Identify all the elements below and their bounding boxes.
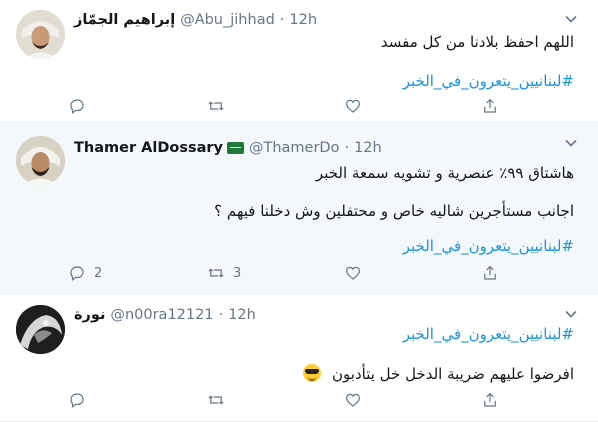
reply-icon — [70, 99, 84, 114]
tweet[interactable]: إبراهيم الجمّاز @Abu_jihhad · 12h اللهم … — [0, 0, 598, 123]
share-icon — [484, 265, 496, 280]
reply-icon — [70, 393, 84, 408]
retweet-icon — [208, 395, 224, 405]
share-icon — [484, 98, 496, 113]
reply-button[interactable] — [68, 97, 94, 115]
chevron-down-icon[interactable] — [564, 307, 578, 321]
user-handle[interactable]: @Abu_jihhad — [180, 12, 275, 28]
tweet-text: اللهم احفظ بلادنا من كل مفسد — [380, 33, 574, 51]
avatar[interactable] — [16, 10, 65, 59]
sunglasses-emoji-icon — [303, 364, 322, 382]
share-button[interactable] — [481, 264, 507, 282]
retweet-button[interactable] — [207, 97, 233, 115]
timestamp[interactable]: 12h — [289, 12, 317, 28]
like-icon — [346, 393, 360, 407]
tweet[interactable]: Thamer AlDossary @ThamerDo · 12h هاشتاق … — [0, 124, 598, 294]
retweet-count: 3 — [233, 265, 242, 281]
user-handle[interactable]: @ThamerDo — [249, 140, 339, 156]
reply-icon — [70, 266, 84, 281]
retweet-icon — [208, 268, 224, 278]
like-icon — [346, 99, 360, 113]
hashtag-link[interactable]: #لبنانيين_يتعرون_في_الخبر — [403, 237, 574, 255]
chevron-down-icon[interactable] — [564, 136, 578, 150]
reply-button[interactable] — [68, 391, 94, 409]
share-button[interactable] — [481, 391, 507, 409]
share-icon — [484, 392, 496, 407]
timestamp[interactable]: 12h — [228, 307, 256, 323]
separator-dot: · — [279, 12, 285, 28]
reply-button[interactable]: 2 — [68, 264, 102, 282]
display-name[interactable]: نورة — [74, 307, 105, 323]
tweet-text-line: افرضوا عليهم ضريبة الدخل خل يتأدبون — [332, 365, 574, 383]
separator-dot: · — [344, 140, 350, 156]
hashtag-link[interactable]: #لبنانيين_يتعرون_في_الخبر — [403, 72, 574, 90]
saudi-flag-icon — [226, 142, 244, 154]
share-button[interactable] — [481, 97, 507, 115]
like-button[interactable] — [344, 264, 370, 282]
user-handle[interactable]: @n00ra12121 — [110, 307, 213, 323]
timestamp[interactable]: 12h — [354, 140, 382, 156]
tweet[interactable]: نورة @n00ra12121 · 12h #لبنانيين_يتعرون_… — [0, 295, 598, 422]
tweet-text: اجانب مستأجرين شاليه خاص و محتفلين وش دخ… — [214, 202, 574, 220]
like-button[interactable] — [344, 391, 370, 409]
retweet-icon — [208, 101, 224, 111]
hashtag-link[interactable]: #لبنانيين_يتعرون_في_الخبر — [403, 325, 574, 343]
tweet-text: هاشتاق ٩٩٪ عنصرية و تشويه سمعة الخبر — [315, 164, 574, 182]
chevron-down-icon[interactable] — [564, 12, 578, 26]
like-button[interactable] — [344, 97, 370, 115]
separator-dot: · — [218, 307, 224, 323]
retweet-button[interactable]: 3 — [207, 264, 241, 282]
display-name[interactable]: Thamer AlDossary — [74, 140, 223, 156]
avatar[interactable] — [16, 136, 65, 185]
avatar[interactable] — [16, 305, 65, 354]
like-icon — [346, 266, 360, 280]
retweet-button[interactable] — [207, 391, 233, 409]
reply-count: 2 — [94, 265, 103, 281]
tweet-text: افرضوا عليهم ضريبة الدخل خل يتأدبون — [303, 364, 574, 383]
display-name[interactable]: إبراهيم الجمّاز — [74, 12, 175, 28]
